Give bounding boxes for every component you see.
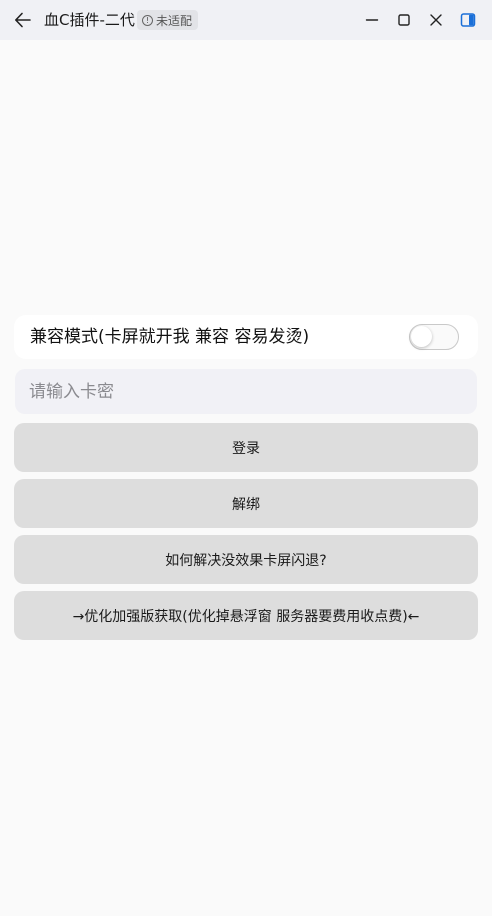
troubleshoot-button[interactable]: 如何解决没效果卡屏闪退? (14, 535, 478, 584)
compat-mode-toggle[interactable] (409, 324, 459, 350)
compat-status-badge: ! 未适配 (137, 10, 199, 30)
minimize-button[interactable] (362, 10, 382, 30)
maximize-button[interactable] (394, 10, 414, 30)
app-window: 血C插件-二代 ! 未适配 兼容模式(卡屏就开我 兼容 容易发烫) 请输入卡密 … (0, 0, 492, 916)
arrow-left-icon (15, 12, 31, 28)
login-button[interactable]: 登录 (14, 423, 478, 472)
compat-mode-row: 兼容模式(卡屏就开我 兼容 容易发烫) (14, 315, 478, 359)
title-bar: 血C插件-二代 ! 未适配 (0, 0, 492, 40)
card-key-input[interactable] (15, 369, 477, 414)
info-icon: ! (142, 14, 153, 26)
minimize-icon (365, 19, 379, 21)
close-icon (430, 14, 442, 26)
maximize-icon (398, 14, 410, 26)
sidebar-toggle-button[interactable] (458, 10, 478, 30)
close-button[interactable] (426, 10, 446, 30)
unbind-button[interactable]: 解绑 (14, 479, 478, 528)
sidebar-panel-icon (460, 13, 476, 27)
back-button[interactable] (12, 9, 34, 31)
toggle-knob (411, 326, 432, 347)
enhanced-version-button[interactable]: →优化加强版获取(优化掉悬浮窗 服务器要费用收点费)← (14, 591, 478, 640)
badge-label: 未适配 (156, 13, 193, 28)
app-title: 血C插件-二代 (44, 11, 135, 29)
compat-mode-label: 兼容模式(卡屏就开我 兼容 容易发烫) (30, 327, 310, 347)
